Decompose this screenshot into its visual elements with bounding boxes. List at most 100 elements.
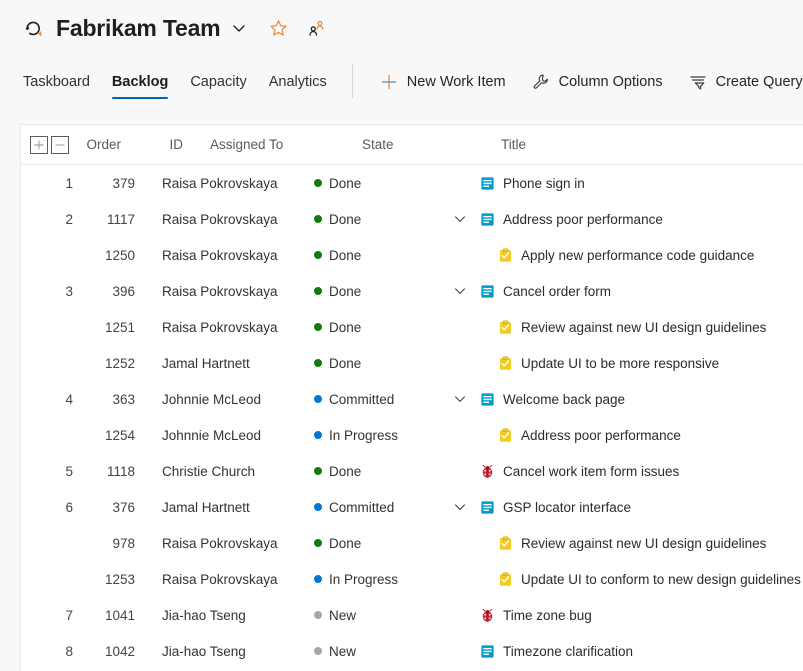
cell-assigned-to: Raisa Pokrovskaya [162, 319, 278, 335]
column-header-assigned-to[interactable]: Assigned To [197, 137, 352, 152]
work-item-title-link[interactable]: Review against new UI design guidelines [521, 320, 766, 335]
bug-icon [479, 463, 495, 479]
column-header-title[interactable]: Title [472, 137, 803, 152]
table-row[interactable]: 1252 Jamal Hartnett Done Update UI to be mo… [21, 345, 803, 381]
cell-id[interactable]: 1254 [83, 428, 149, 443]
cell-id[interactable]: 376 [83, 500, 149, 515]
cell-state: Done [304, 284, 424, 299]
cell-state: Done [304, 464, 424, 479]
cell-id[interactable]: 1252 [83, 356, 149, 371]
cell-id[interactable]: 1041 [83, 608, 149, 623]
chevron-down-icon[interactable] [453, 212, 479, 226]
cell-title: Address poor performance [424, 211, 803, 227]
new-work-item-label: New Work Item [406, 74, 506, 90]
state-label: Done [329, 283, 362, 299]
chevron-down-icon[interactable] [453, 284, 479, 298]
tab-capacity[interactable]: Capacity [179, 56, 257, 108]
work-item-title-link[interactable]: Review against new UI design guidelines [521, 536, 766, 551]
work-item-title-link[interactable]: Timezone clarification [503, 644, 633, 659]
cell-assigned-to: Raisa Pokrovskaya [162, 247, 278, 263]
column-header-order[interactable]: Order [69, 137, 131, 152]
state-dot-icon [314, 215, 322, 223]
column-options-button[interactable]: Column Options [519, 65, 676, 99]
table-row[interactable]: 1253 Raisa Pokrovskaya In Progress Update U… [21, 561, 803, 597]
task-icon [497, 571, 513, 587]
cell-state: Done [304, 320, 424, 335]
star-favorite-icon[interactable] [268, 18, 288, 38]
cell-state: Done [304, 248, 424, 263]
cell-id[interactable]: 363 [83, 392, 149, 407]
table-row[interactable]: 8 1042 Jia-hao Tseng New Timezone clarificat… [21, 633, 803, 669]
cell-assigned-to: Jia-hao Tseng [162, 607, 246, 623]
tab-taskboard[interactable]: Taskboard [12, 56, 101, 108]
cell-assigned-to: Johnnie McLeod [162, 427, 262, 443]
cell-id[interactable]: 1253 [83, 572, 149, 587]
cell-state: New [304, 608, 424, 623]
chevron-down-icon[interactable] [453, 500, 479, 514]
table-row[interactable]: 6 376 Jamal Hartnett Committed GSP locator i… [21, 489, 803, 525]
table-row[interactable]: 5 1118 Christie Church Done Cancel work item… [21, 453, 803, 489]
cell-assigned-to: Jamal Hartnett [162, 355, 250, 371]
cell-id[interactable]: 1042 [83, 644, 149, 659]
work-item-title-link[interactable]: Cancel work item form issues [503, 464, 679, 479]
product-backlog-item-icon [479, 211, 495, 227]
state-dot-icon [314, 287, 322, 295]
toolbar-divider [351, 64, 353, 98]
table-row[interactable]: 7 1041 Jia-hao Tseng New Time zone bug [21, 597, 803, 633]
table-row[interactable]: 4 363 Johnnie McLeod Committed Welcome back … [21, 381, 803, 417]
people-team-icon[interactable] [306, 18, 326, 38]
create-query-button[interactable]: Create Query [676, 65, 803, 99]
collapse-all-button[interactable] [51, 135, 69, 154]
cell-order: 1 [65, 175, 73, 191]
cell-title: Apply new performance code guidance [424, 247, 803, 263]
work-item-title-link[interactable]: Phone sign in [503, 176, 585, 191]
page-title: Fabrikam Team [56, 14, 221, 41]
table-row[interactable]: 978 Raisa Pokrovskaya Done Review against n… [21, 525, 803, 561]
cell-id[interactable]: 379 [83, 176, 149, 191]
cell-id[interactable]: 1251 [83, 320, 149, 335]
cell-assigned-to: Raisa Pokrovskaya [162, 535, 278, 551]
table-row[interactable]: 1251 Raisa Pokrovskaya Done Review against … [21, 309, 803, 345]
state-label: Committed [329, 391, 395, 407]
work-item-title-link[interactable]: Welcome back page [503, 392, 625, 407]
column-header-state[interactable]: State [352, 137, 472, 152]
work-item-title-link[interactable]: GSP locator interface [503, 500, 631, 515]
table-row[interactable]: 3 396 Raisa Pokrovskaya Done Cancel order fo… [21, 273, 803, 309]
table-row[interactable]: 1 379 Raisa Pokrovskaya Done Phone sign in [21, 165, 803, 201]
cell-state: New [304, 644, 424, 659]
backlog-page: Fabrikam Team Taskboard Backlog Capacity… [0, 0, 803, 671]
state-dot-icon [314, 539, 322, 547]
cell-title: Address poor performance [424, 427, 803, 443]
work-item-title-link[interactable]: Address poor performance [503, 212, 663, 227]
cell-state: In Progress [304, 572, 424, 587]
cell-id[interactable]: 396 [83, 284, 149, 299]
product-backlog-item-icon [479, 643, 495, 659]
cell-id[interactable]: 978 [83, 536, 149, 551]
new-work-item-button[interactable]: New Work Item [367, 65, 519, 99]
state-dot-icon [314, 251, 322, 259]
expand-all-button[interactable] [30, 135, 48, 154]
tab-analytics[interactable]: Analytics [258, 56, 338, 108]
cell-assigned-to: Raisa Pokrovskaya [162, 211, 278, 227]
state-dot-icon [314, 431, 322, 439]
tab-backlog[interactable]: Backlog [101, 56, 179, 108]
work-item-title-link[interactable]: Time zone bug [503, 608, 592, 623]
cell-id[interactable]: 1118 [83, 464, 149, 479]
work-item-title-link[interactable]: Cancel order form [503, 284, 611, 299]
chevron-down-icon[interactable] [453, 392, 479, 406]
table-row[interactable]: 1254 Johnnie McLeod In Progress Address poo… [21, 417, 803, 453]
work-item-title-link[interactable]: Update UI to be more responsive [521, 356, 719, 371]
cell-state: Committed [304, 500, 424, 515]
work-item-title-link[interactable]: Apply new performance code guidance [521, 248, 754, 263]
column-header-id[interactable]: ID [131, 137, 197, 152]
table-row[interactable]: 1250 Raisa Pokrovskaya Done Apply new perfo… [21, 237, 803, 273]
work-item-title-link[interactable]: Address poor performance [521, 428, 681, 443]
state-label: New [329, 643, 357, 659]
work-item-title-link[interactable]: Update UI to conform to new design guide… [521, 572, 801, 587]
cell-id[interactable]: 1250 [83, 248, 149, 263]
plus-icon [380, 73, 398, 91]
cell-title: Timezone clarification [424, 643, 803, 659]
cell-id[interactable]: 1117 [83, 212, 149, 227]
table-row[interactable]: 2 1117 Raisa Pokrovskaya Done Address poor p… [21, 201, 803, 237]
chevron-down-icon[interactable] [230, 19, 248, 37]
